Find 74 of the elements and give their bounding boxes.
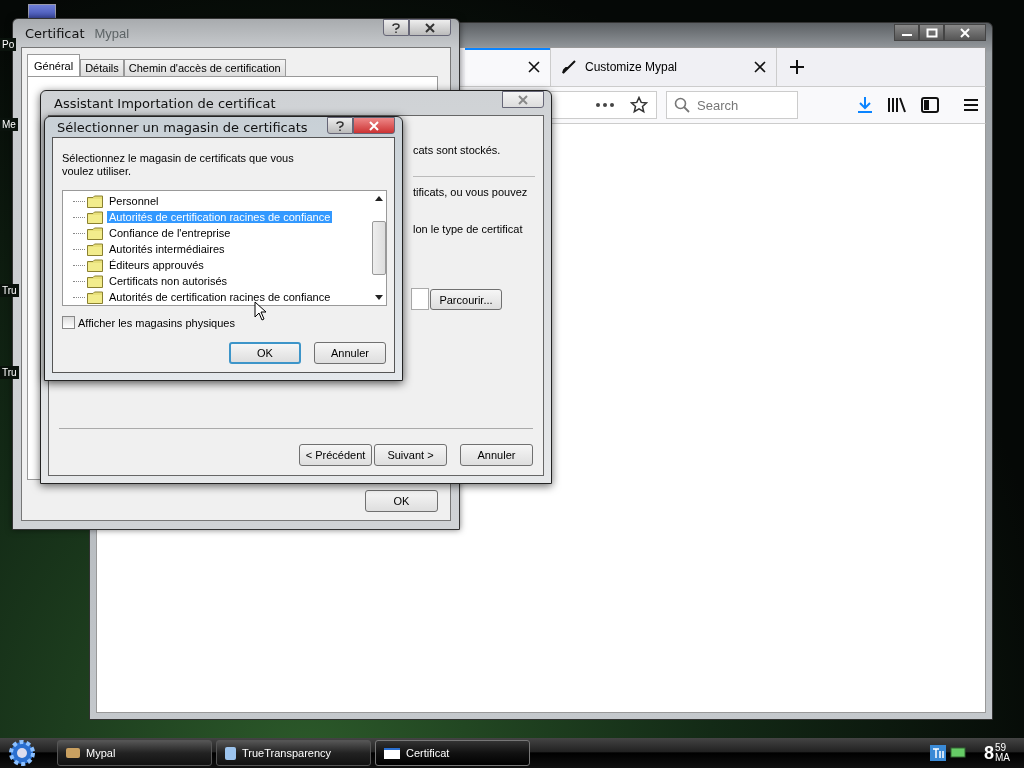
wizard-text: tificats, ou vous pouvez (413, 186, 528, 198)
scroll-up-icon[interactable] (374, 196, 383, 201)
folder-icon (87, 290, 103, 304)
download-icon[interactable] (857, 96, 873, 114)
taskbar-button[interactable]: Mypal (57, 740, 212, 766)
more-icon[interactable] (596, 103, 614, 107)
folder-icon (87, 242, 103, 256)
store-item[interactable]: Autorités intermédiaires (107, 243, 227, 255)
desktop-icon-label: Tru (0, 366, 19, 379)
wizard-text: lon le type de certificat (413, 223, 523, 235)
brush-icon (561, 59, 577, 75)
search-icon (674, 97, 690, 113)
close-button[interactable] (502, 91, 544, 108)
close-button[interactable] (353, 117, 395, 134)
new-tab-icon[interactable] (789, 59, 805, 75)
folder-icon (87, 258, 103, 272)
clock-minute: 59 (995, 743, 1008, 753)
checkbox[interactable] (62, 316, 75, 329)
wizard-button[interactable]: Annuler (460, 444, 533, 466)
clock-period: MA (995, 753, 1010, 763)
close-icon (425, 22, 435, 33)
store-item[interactable]: Certificats non autorisés (107, 275, 229, 287)
close-icon (959, 27, 971, 38)
window-title: Sélectionner un magasin de certificats (57, 119, 308, 135)
maximize-button[interactable] (919, 24, 944, 41)
tab[interactable]: Détails (80, 59, 124, 76)
close-icon (518, 94, 528, 105)
tab[interactable]: Général (27, 54, 81, 76)
store-item[interactable]: Éditeurs approuvés (107, 259, 206, 271)
desktop-icon-label: Me (0, 118, 18, 131)
dialog-button[interactable]: OK (229, 342, 301, 364)
folder-icon (87, 274, 103, 288)
close-tab-icon[interactable] (754, 61, 766, 73)
window-title: Assistant Importation de certificat (54, 95, 276, 111)
tab[interactable]: Chemin d'accès de certification (123, 59, 286, 76)
wizard-text: cats sont stockés. (413, 144, 501, 156)
network-icon[interactable] (950, 747, 966, 759)
menu-icon[interactable] (963, 98, 979, 112)
prompt-text: Sélectionnez le magasin de certificats que vous voulez utiliser. (62, 152, 295, 178)
help-button[interactable] (327, 117, 353, 134)
maximize-icon (925, 27, 938, 38)
star-icon[interactable] (630, 96, 648, 114)
help-icon (336, 120, 344, 131)
close-icon (369, 120, 379, 131)
browse-button[interactable]: Parcourir... (430, 289, 502, 310)
store-item[interactable]: Confiance de l'entreprise (107, 227, 233, 239)
taskbar-button[interactable]: Certificat (375, 740, 530, 766)
wizard-button[interactable]: Suivant > (374, 444, 447, 466)
folder-icon (87, 226, 103, 240)
wizard-button[interactable]: < Précédent (299, 444, 372, 466)
minimize-button[interactable] (894, 24, 919, 41)
window-title: Certificat (25, 25, 85, 41)
checkbox-label: Afficher les magasins physiques (78, 316, 235, 329)
scroll-down-icon[interactable] (374, 295, 383, 300)
taskbar-button[interactable]: TrueTransparency (216, 740, 371, 766)
store-item[interactable]: Personnel (107, 195, 161, 207)
dialog-button[interactable]: Annuler (314, 342, 386, 364)
folder-icon (87, 210, 103, 224)
folder-icon (87, 194, 103, 208)
help-button[interactable] (383, 19, 409, 36)
close-tab-icon[interactable] (528, 61, 540, 73)
library-icon[interactable] (887, 96, 907, 114)
window-title: Mypal (94, 25, 130, 41)
desktop-icon-label: Po (0, 38, 17, 51)
sidebar-icon[interactable] (921, 97, 939, 113)
ok-button[interactable]: OK (365, 490, 438, 512)
desktop-icon-label: Tru (0, 284, 19, 297)
close-button[interactable] (944, 24, 986, 41)
clock-hour: 8 (984, 742, 994, 764)
help-icon (392, 22, 400, 33)
close-button[interactable] (409, 19, 451, 36)
file-field[interactable] (411, 288, 429, 310)
store-item[interactable]: Autorités de certification racines de confiance (107, 291, 333, 303)
search-field[interactable]: Search (666, 91, 798, 119)
